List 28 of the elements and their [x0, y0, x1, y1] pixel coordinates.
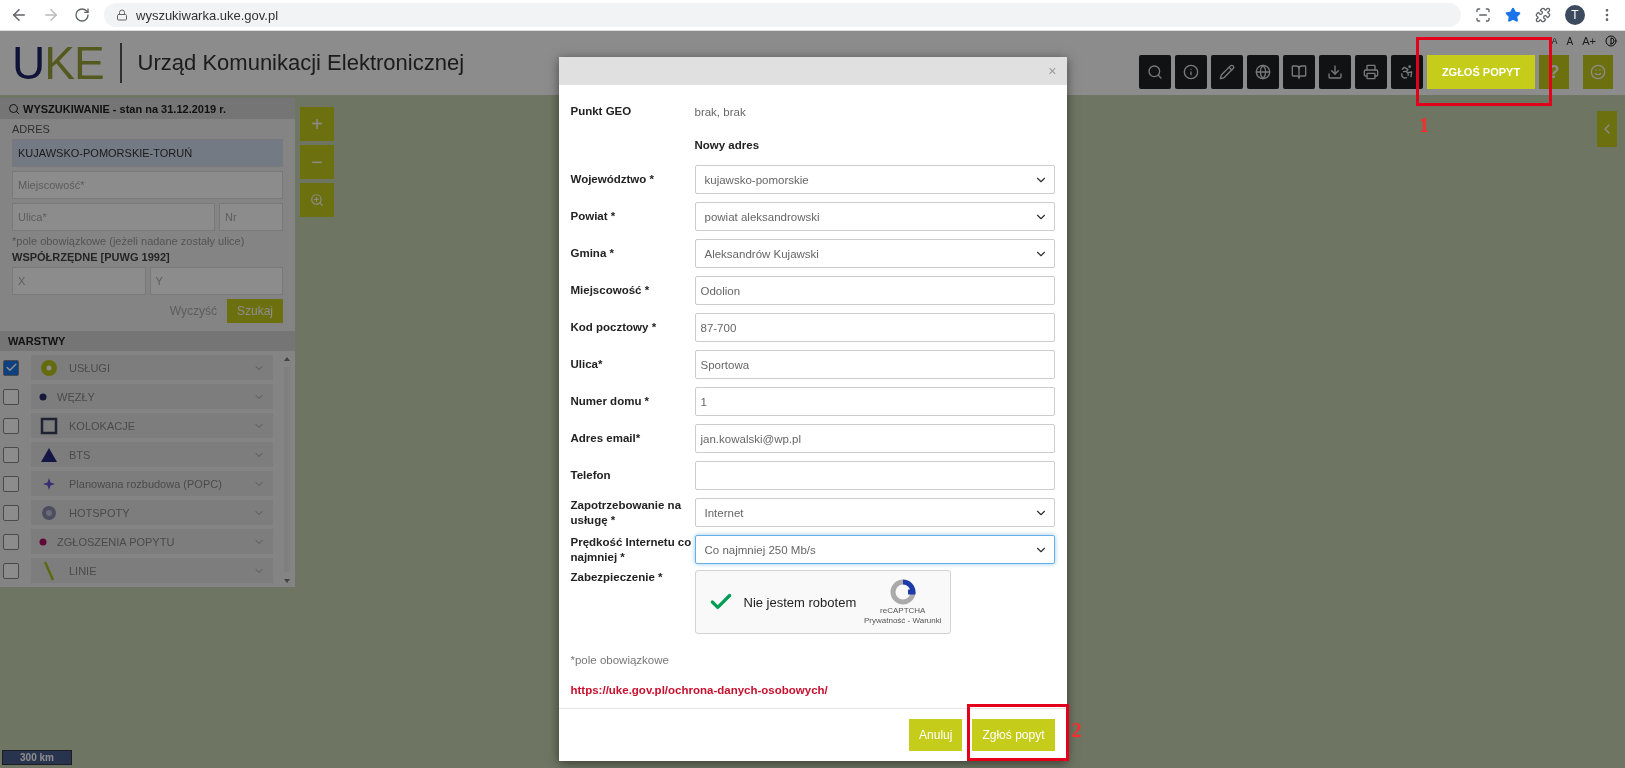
field-label: Gmina * — [570, 246, 615, 261]
required-note: *pole obowiązkowe — [570, 654, 670, 666]
captcha-brand: reCAPTCHA — [880, 606, 926, 615]
section-label: WSPÓŁRZĘDNE [PUWG 1992] — [12, 251, 171, 263]
logo: UKE — [12, 40, 104, 86]
field-label: Punkt GEO — [570, 104, 633, 119]
field-label: Zapotrzebowanie na usługę * — [570, 498, 683, 527]
field-label: Powiat * — [570, 209, 617, 224]
field-label: Numer domu * — [570, 394, 651, 409]
field-label: Kod pocztowy * — [570, 320, 658, 335]
subheading: Nowy adres — [694, 138, 761, 151]
annotation-number: 2 — [1071, 719, 1082, 742]
site-title: Urząd Komunikacji Elektronicznej — [137, 50, 465, 76]
layers-header: WARSTWY — [0, 331, 295, 351]
url-text: wyszukiwarka.uke.gov.pl — [136, 7, 279, 23]
annotation-number: 1 — [1419, 114, 1429, 137]
panel-title: WYSZUKIWANIE - stan na 31.12.2019 r. — [23, 102, 226, 115]
scale-bar: 300 km — [2, 750, 72, 765]
field-label: Województwo * — [570, 172, 655, 187]
field-label: Telefon — [570, 468, 612, 483]
section-label: ADRES — [12, 123, 51, 135]
geo-value: brak, brak — [694, 105, 747, 118]
field-label: Zabezpieczenie * — [570, 570, 664, 585]
field-label: Adres email* — [570, 431, 642, 446]
field-label: Miejscowość * — [570, 283, 651, 298]
field-label: Ulica* — [570, 357, 604, 372]
captcha-text: Nie jestem robotem — [743, 594, 858, 610]
field-label: Prędkość Internetu co najmniej * — [570, 535, 693, 564]
